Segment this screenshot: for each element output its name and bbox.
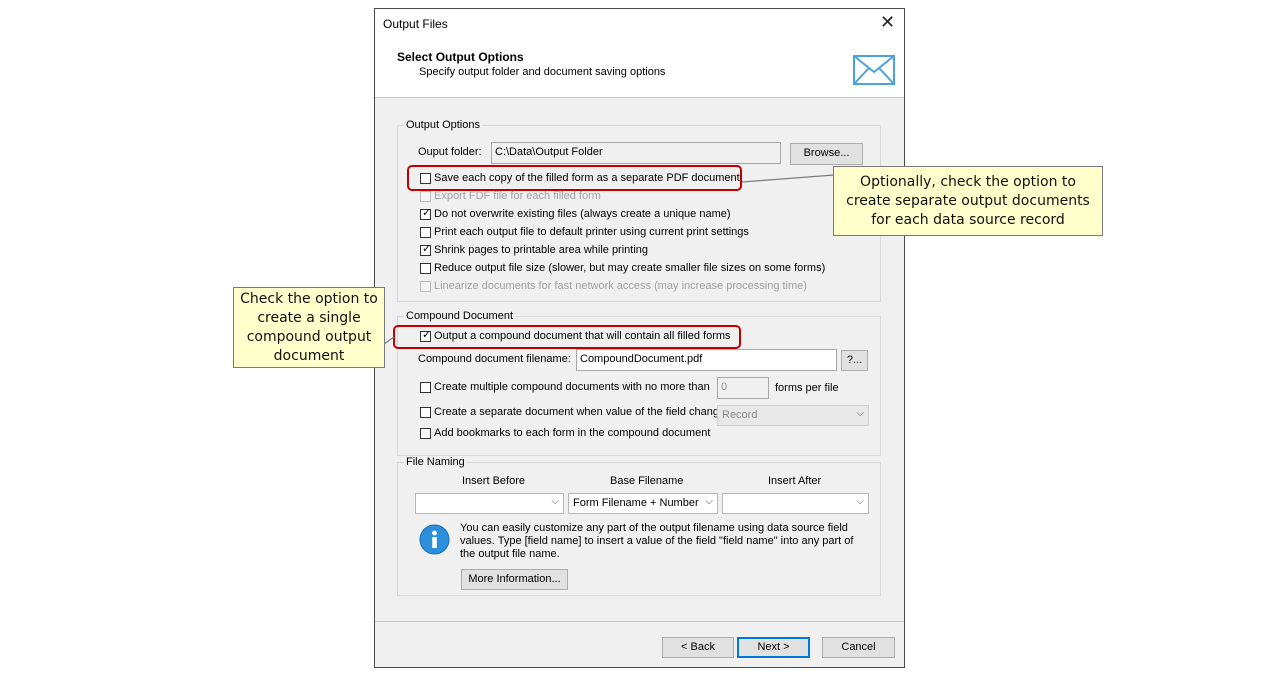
left-callout-connector: [383, 336, 395, 345]
callout-compound-document: Check the option to create a single comp…: [233, 287, 385, 368]
callout-separate-documents: Optionally, check the option to create s…: [833, 166, 1103, 236]
right-callout-connector: [741, 174, 835, 183]
callout-connectors: [383, 174, 835, 345]
